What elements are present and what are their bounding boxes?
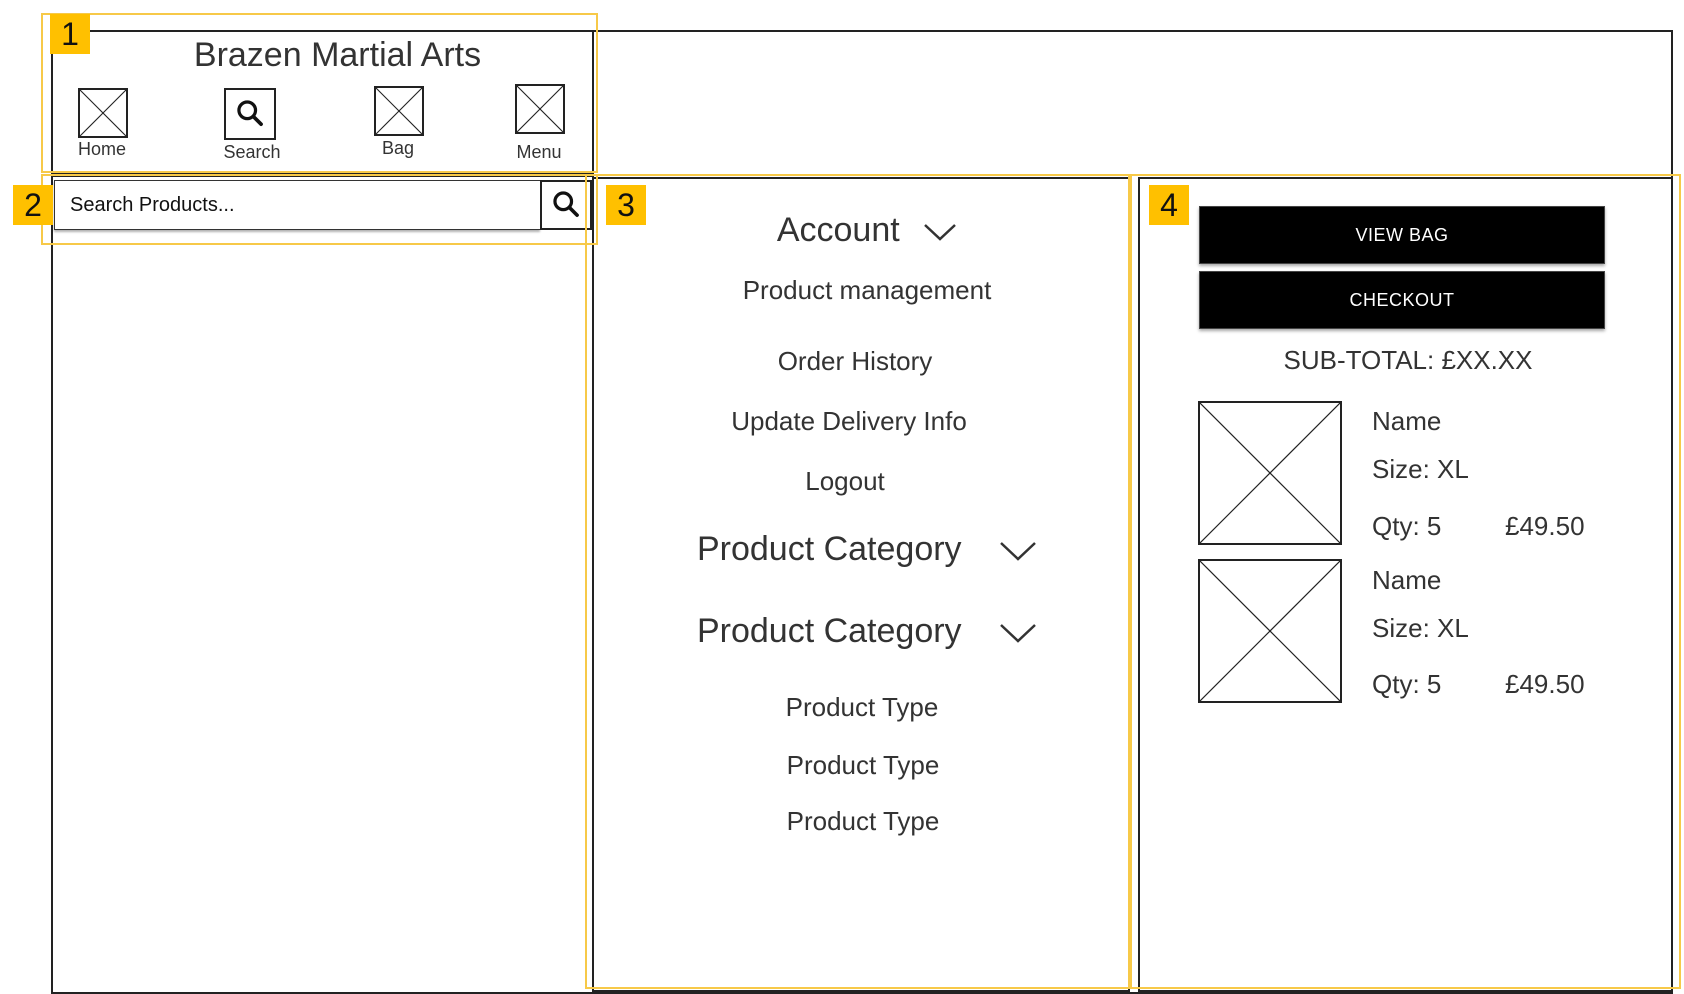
search-nav-icon[interactable] — [224, 88, 276, 140]
left-panel — [51, 175, 594, 994]
annotation-badge-1: 1 — [50, 14, 90, 54]
cart-item-name: Name — [1372, 565, 1442, 595]
cart-item-price: £49.50 — [1505, 511, 1585, 541]
subtotal: SUB-TOTAL: £XX.XX — [1283, 345, 1533, 375]
cart-item-name: Name — [1372, 406, 1442, 436]
search-icon — [553, 191, 579, 217]
product-category-1-label: Product Category — [696, 530, 962, 568]
account-heading-label: Account — [776, 211, 900, 249]
cart-item-size: Size: XL — [1372, 613, 1469, 643]
chevron-down-icon — [1000, 624, 1036, 643]
checkout-button[interactable]: CHECKOUT — [1199, 271, 1605, 329]
bag-label: Bag — [381, 138, 415, 158]
product-image-placeholder — [1198, 559, 1342, 703]
home-label: Home — [77, 139, 126, 159]
bag-icon[interactable] — [374, 86, 424, 136]
search-input[interactable]: Search Products... — [54, 180, 540, 230]
menu-label: Menu — [516, 142, 562, 162]
product-image-placeholder — [1198, 401, 1342, 545]
menu-item-update-delivery[interactable]: Update Delivery Info — [599, 406, 1099, 437]
menu-item-product-type[interactable]: Product Type — [613, 806, 1113, 837]
cart-item-qty: Qty: 5 — [1372, 669, 1442, 699]
search-button[interactable] — [540, 180, 592, 230]
chevron-down-icon — [1000, 542, 1036, 561]
product-category-1[interactable]: Product Category — [617, 530, 1117, 569]
cart-item-price: £49.50 — [1505, 669, 1585, 699]
cart-item-qty: Qty: 5 — [1372, 511, 1442, 541]
menu-item-product-management[interactable]: Product management — [617, 275, 1117, 306]
search-placeholder: Search Products... — [70, 193, 235, 216]
search-nav-label: Search — [223, 142, 281, 162]
annotation-badge-3: 3 — [606, 185, 646, 225]
brand-title: Brazen Martial Arts — [193, 36, 482, 74]
cart-item-size: Size: XL — [1372, 454, 1469, 484]
product-category-2[interactable]: Product Category — [617, 612, 1117, 651]
menu-item-order-history[interactable]: Order History — [605, 346, 1105, 377]
annotation-badge-2: 2 — [13, 185, 53, 225]
home-icon[interactable] — [78, 88, 128, 138]
menu-item-product-type[interactable]: Product Type — [612, 692, 1112, 723]
menu-item-logout[interactable]: Logout — [595, 466, 1095, 497]
view-bag-button[interactable]: VIEW BAG — [1199, 206, 1605, 264]
product-category-2-label: Product Category — [696, 612, 962, 650]
menu-icon[interactable] — [515, 84, 565, 134]
account-heading[interactable]: Account — [617, 211, 1117, 250]
annotation-badge-4: 4 — [1149, 185, 1189, 225]
menu-item-product-type[interactable]: Product Type — [613, 750, 1113, 781]
chevron-down-icon — [924, 224, 957, 241]
